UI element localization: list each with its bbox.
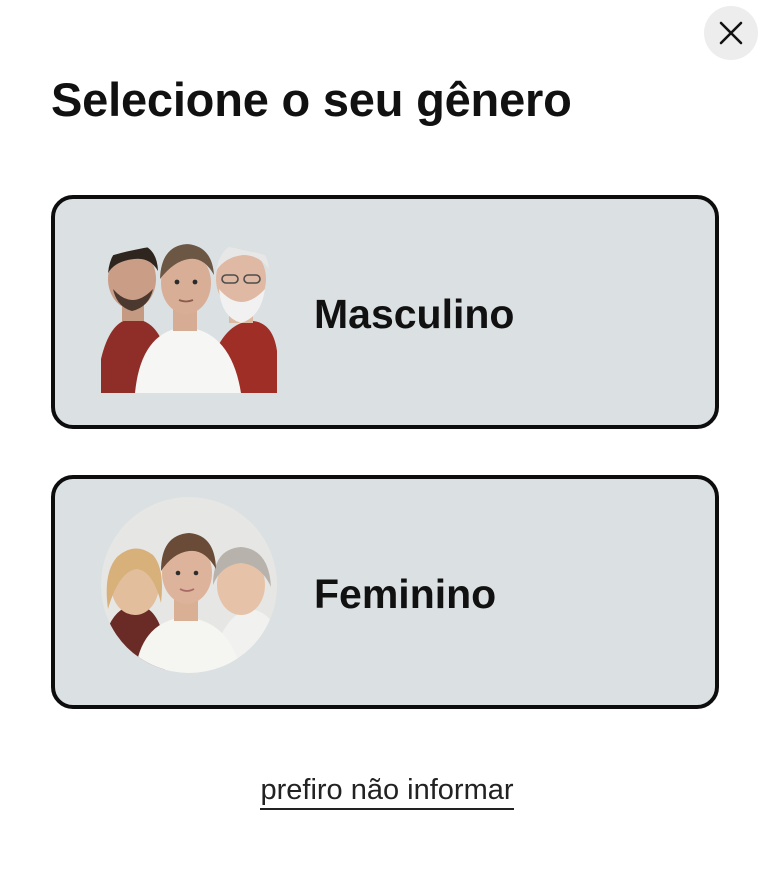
option-male-card[interactable]: Masculino <box>51 195 719 429</box>
close-button[interactable] <box>704 6 758 60</box>
page-title: Selecione o seu gênero <box>51 73 572 126</box>
skip-link-label: prefiro não informar <box>260 774 514 810</box>
female-group-avatar <box>101 497 277 673</box>
skip-link[interactable]: prefiro não informar <box>0 770 768 810</box>
option-label-female: Feminino <box>314 571 497 617</box>
close-icon <box>719 21 743 45</box>
male-group-avatar <box>101 244 277 393</box>
option-female-card[interactable]: Feminino <box>51 475 719 709</box>
option-label-male: Masculino <box>314 291 515 337</box>
